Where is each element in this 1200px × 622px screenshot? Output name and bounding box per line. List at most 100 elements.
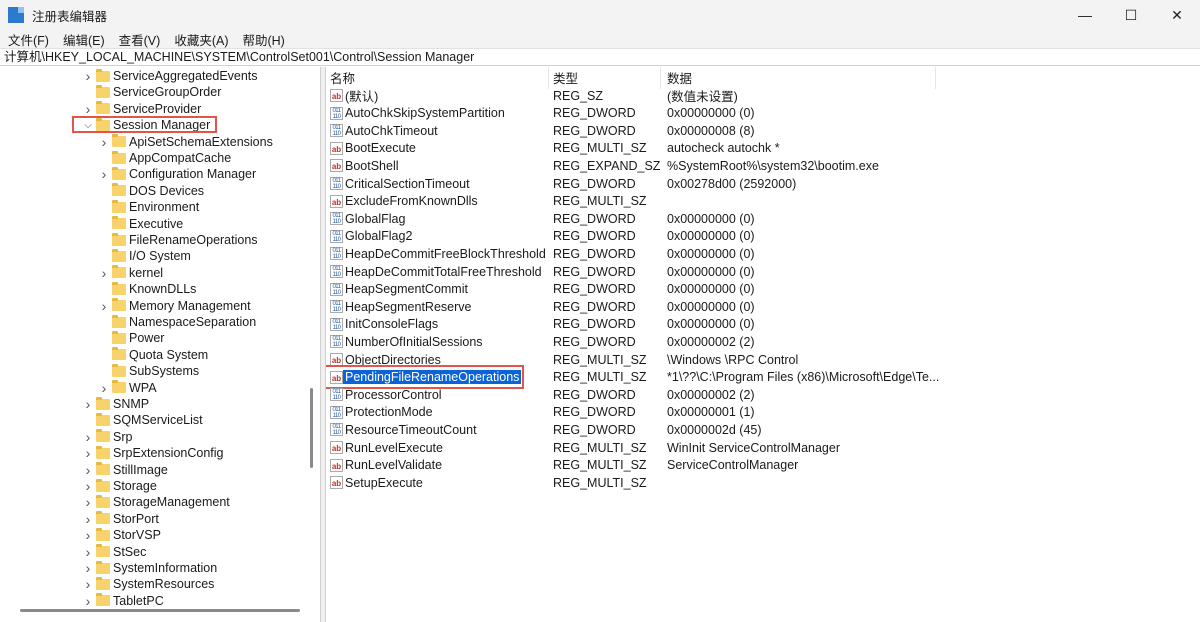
- value-row[interactable]: 011110GlobalFlagREG_DWORD0x00000000 (0): [326, 210, 1200, 227]
- tree-item[interactable]: ›StSec: [83, 544, 146, 560]
- tree-item[interactable]: ›StillImage: [83, 462, 168, 478]
- column-divider[interactable]: [660, 67, 661, 89]
- tree-item[interactable]: › StorPort: [83, 511, 159, 527]
- value-row[interactable]: 011110InitConsoleFlagsREG_DWORD0x0000000…: [326, 316, 1200, 333]
- tree-item[interactable]: FileRenameOperations: [99, 232, 258, 248]
- binary-value-icon: 011110: [330, 300, 343, 313]
- key-tree[interactable]: › ServiceAggregatedEventsServiceGroupOrde…: [0, 67, 321, 622]
- value-row[interactable]: abRunLevelExecuteREG_MULTI_SZWinInit Ser…: [326, 439, 1200, 456]
- tree-item[interactable]: NamespaceSeparation: [99, 314, 256, 330]
- menu-help[interactable]: 帮助(H): [242, 30, 284, 49]
- column-header-type[interactable]: 类型: [553, 70, 578, 88]
- value-row[interactable]: abSetupExecuteREG_MULTI_SZ: [326, 474, 1200, 491]
- tree-item[interactable]: I/O System: [99, 248, 191, 264]
- close-button[interactable]: ✕: [1154, 0, 1200, 30]
- maximize-button[interactable]: ☐: [1108, 0, 1154, 30]
- tree-item[interactable]: ›StorVSP: [83, 527, 161, 543]
- value-row[interactable]: abBootShellREG_EXPAND_SZ%SystemRoot%\sys…: [326, 157, 1200, 174]
- tree-item[interactable]: ›SystemResources: [83, 576, 214, 592]
- chevron-right-icon[interactable]: ›: [99, 134, 109, 150]
- column-divider[interactable]: [548, 67, 549, 89]
- tree-item[interactable]: KnownDLLs: [99, 281, 196, 297]
- value-row[interactable]: 011110HeapDeCommitTotalFreeThresholdREG_…: [326, 263, 1200, 280]
- chevron-right-icon[interactable]: ›: [83, 494, 93, 510]
- tree-item[interactable]: ›SrpExtensionConfig: [83, 445, 223, 461]
- chevron-right-icon[interactable]: ›: [83, 445, 93, 461]
- value-row[interactable]: 011110CriticalSectionTimeoutREG_DWORD0x0…: [326, 175, 1200, 192]
- tree-item[interactable]: ›Storage: [83, 478, 157, 494]
- value-row[interactable]: 011110HeapSegmentCommitREG_DWORD0x000000…: [326, 281, 1200, 298]
- tree-item-label: StorageManagement: [113, 495, 230, 509]
- menu-edit[interactable]: 编辑(E): [63, 30, 105, 49]
- chevron-right-icon[interactable]: ›: [83, 511, 93, 527]
- chevron-right-icon[interactable]: ›: [83, 478, 93, 494]
- folder-icon: [96, 415, 110, 426]
- tree-horizontal-scrollbar[interactable]: [20, 609, 300, 612]
- tree-item-label: StorPort: [113, 512, 159, 526]
- menu-view[interactable]: 查看(V): [119, 30, 161, 49]
- tree-item[interactable]: ServiceGroupOrder: [83, 84, 221, 100]
- value-type: REG_SZ: [553, 89, 603, 103]
- value-name: GlobalFlag2: [345, 229, 412, 243]
- tree-item[interactable]: ›Memory Management: [99, 298, 251, 314]
- value-data: 0x00000000 (0): [667, 317, 755, 331]
- value-row[interactable]: 011110NumberOfInitialSessionsREG_DWORD0x…: [326, 333, 1200, 350]
- chevron-right-icon[interactable]: ›: [99, 166, 109, 182]
- tree-item[interactable]: › StorageManagement: [83, 494, 230, 510]
- chevron-right-icon[interactable]: ›: [83, 576, 93, 592]
- tree-item[interactable]: Executive: [99, 216, 183, 232]
- chevron-right-icon[interactable]: ›: [83, 560, 93, 576]
- column-divider[interactable]: [935, 67, 936, 89]
- value-row[interactable]: 011110ProtectionModeREG_DWORD0x00000001 …: [326, 404, 1200, 421]
- value-row[interactable]: 011110ResourceTimeoutCountREG_DWORD0x000…: [326, 421, 1200, 438]
- tree-item[interactable]: Quota System: [99, 347, 208, 363]
- value-row[interactable]: abRunLevelValidateREG_MULTI_SZServiceCon…: [326, 457, 1200, 474]
- minimize-button[interactable]: —: [1062, 0, 1108, 30]
- menu-favorites[interactable]: 收藏夹(A): [174, 30, 228, 49]
- value-row[interactable]: 011110ProcessorControlREG_DWORD0x0000000…: [326, 386, 1200, 403]
- chevron-right-icon[interactable]: ›: [83, 396, 93, 412]
- chevron-right-icon[interactable]: ›: [99, 380, 109, 396]
- tree-item[interactable]: ›ServiceProvider: [83, 101, 201, 117]
- value-row[interactable]: abExcludeFromKnownDllsREG_MULTI_SZ: [326, 193, 1200, 210]
- value-name: ProtectionMode: [345, 405, 433, 419]
- chevron-right-icon[interactable]: ›: [83, 527, 93, 543]
- chevron-right-icon[interactable]: ›: [83, 101, 93, 117]
- tree-item-label: Executive: [129, 217, 183, 231]
- value-row[interactable]: 011110AutoChkSkipSystemPartitionREG_DWOR…: [326, 105, 1200, 122]
- chevron-right-icon[interactable]: ›: [83, 68, 93, 84]
- chevron-right-icon[interactable]: ›: [99, 265, 109, 281]
- menu-file[interactable]: 文件(F): [8, 30, 49, 49]
- value-row[interactable]: abBootExecuteREG_MULTI_SZautocheck autoc…: [326, 140, 1200, 157]
- tree-item[interactable]: DOS Devices: [99, 183, 204, 199]
- chevron-right-icon[interactable]: ›: [83, 593, 93, 609]
- value-row[interactable]: 011110HeapSegmentReserveREG_DWORD0x00000…: [326, 298, 1200, 315]
- chevron-right-icon[interactable]: ›: [99, 298, 109, 314]
- tree-item[interactable]: Environment: [99, 199, 199, 215]
- tree-item[interactable]: Power: [99, 330, 164, 346]
- chevron-right-icon[interactable]: ›: [83, 544, 93, 560]
- value-name: NumberOfInitialSessions: [345, 335, 483, 349]
- tree-item[interactable]: ›kernel: [99, 265, 163, 281]
- tree-item[interactable]: ›TabletPC: [83, 593, 164, 609]
- tree-item-label: ServiceAggregatedEvents: [113, 69, 258, 83]
- tree-item[interactable]: ›Configuration Manager: [99, 166, 256, 182]
- values-list[interactable]: 名称 类型 数据 ab(默认)REG_SZ(数值未设置)011110AutoCh…: [326, 67, 1200, 622]
- tree-item[interactable]: ›SystemInformation: [83, 560, 217, 576]
- tree-item[interactable]: SubSystems: [99, 363, 199, 379]
- tree-item[interactable]: › ServiceAggregatedEvents: [83, 68, 258, 84]
- tree-item[interactable]: AppCompatCache: [99, 150, 231, 166]
- address-bar[interactable]: 计算机\HKEY_LOCAL_MACHINE\SYSTEM\ControlSet…: [0, 48, 1200, 66]
- value-row[interactable]: 011110AutoChkTimeoutREG_DWORD0x00000008 …: [326, 122, 1200, 139]
- value-row[interactable]: 011110GlobalFlag2REG_DWORD0x00000000 (0): [326, 228, 1200, 245]
- value-row[interactable]: 011110HeapDeCommitFreeBlockThresholdREG_…: [326, 245, 1200, 262]
- value-row[interactable]: ab(默认)REG_SZ(数值未设置): [326, 87, 1200, 104]
- tree-item[interactable]: ›WPA: [99, 380, 157, 396]
- tree-item[interactable]: ›Srp: [83, 429, 132, 445]
- tree-item[interactable]: SQMServiceList: [83, 412, 203, 428]
- chevron-right-icon[interactable]: ›: [83, 429, 93, 445]
- tree-vertical-scrollbar[interactable]: [310, 388, 313, 468]
- chevron-right-icon[interactable]: ›: [83, 462, 93, 478]
- tree-item[interactable]: ›ApiSetSchemaExtensions: [99, 134, 273, 150]
- tree-item[interactable]: ›SNMP: [83, 396, 149, 412]
